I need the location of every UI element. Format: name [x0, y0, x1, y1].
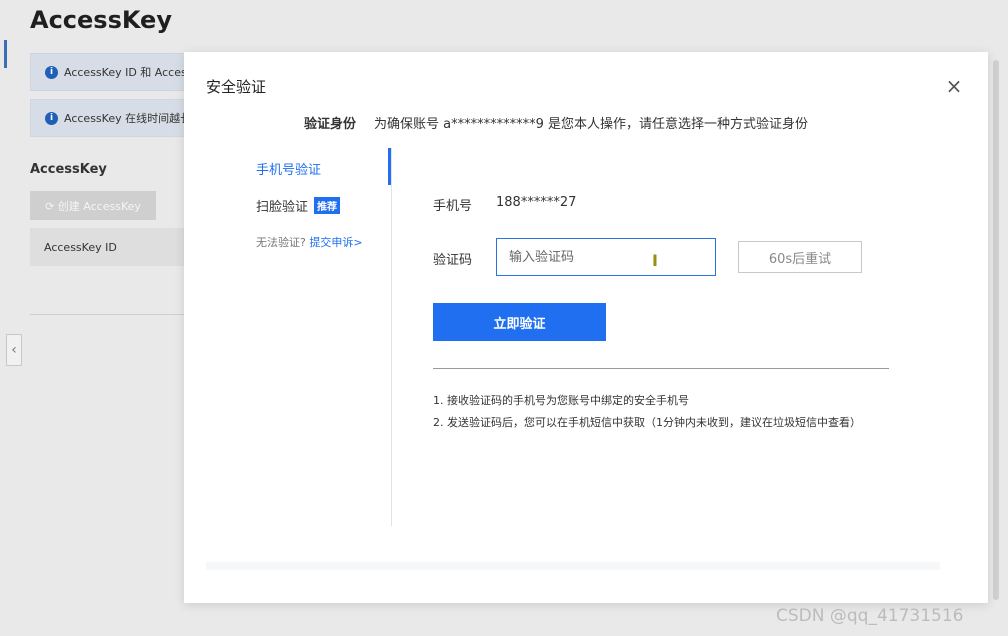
retry-button[interactable]: 60s后重试 [738, 241, 862, 273]
recommended-badge: 推荐 [314, 197, 341, 214]
cannot-verify-help: 无法验证? 提交申诉> [256, 234, 363, 250]
security-verification-dialog: 安全验证 × 验证身份 为确保账号 a*************9 是您本人操作… [184, 52, 988, 603]
scrollbar-thumb[interactable] [993, 60, 999, 600]
phone-label: 手机号 [433, 199, 473, 214]
divider [433, 368, 889, 369]
note-1: 1. 接收验证码的手机号为您账号中绑定的安全手机号 [433, 394, 689, 407]
identity-label: 验证身份 [304, 117, 357, 132]
notice-banner-1: i AccessKey ID 和 AccessK [30, 53, 210, 91]
divider [30, 314, 190, 315]
chevron-left-icon: ‹ [11, 342, 17, 358]
table-header-accesskey-id: AccessKey ID [30, 228, 190, 266]
dialog-title: 安全验证 [206, 78, 267, 96]
identity-description: 为确保账号 a*************9 是您本人操作，请任意选择一种方式验证… [374, 117, 809, 132]
create-accesskey-button[interactable]: ⟳ 创建 AccessKey [30, 191, 156, 220]
verification-code-input[interactable] [496, 238, 716, 276]
phone-value: 188******27 [496, 195, 577, 210]
help-text: 无法验证? [256, 236, 306, 249]
notice-banner-2: i AccessKey 在线时间越长 [30, 99, 210, 137]
submit-appeal-link[interactable]: 提交申诉> [309, 236, 362, 249]
scrollbar[interactable] [990, 52, 1002, 612]
page-title: AccessKey [30, 6, 172, 34]
tab-phone-verification[interactable]: 手机号验证 [256, 159, 321, 178]
close-icon[interactable]: × [944, 76, 964, 96]
info-icon: i [45, 65, 58, 79]
code-label: 验证码 [433, 253, 473, 268]
info-icon: i [45, 111, 58, 125]
nav-active-indicator [388, 148, 391, 185]
watermark: CSDN @qq_41731516 [776, 606, 964, 626]
collapse-sidebar-button[interactable]: ‹ [6, 334, 22, 366]
sidebar-active-indicator [4, 40, 7, 68]
tab-face-verification[interactable]: 扫脸验证 推荐 [256, 196, 341, 215]
verify-now-button[interactable]: 立即验证 [433, 303, 606, 341]
text-cursor-icon: I [652, 251, 658, 270]
note-2: 2. 发送验证码后，您可以在手机短信中获取（1分钟内未收到，建议在垃圾短信中查看… [433, 416, 861, 429]
tab-face-label: 扫脸验证 [256, 200, 309, 215]
dialog-footer-strip [206, 562, 940, 570]
verification-method-nav: 手机号验证 扫脸验证 推荐 无法验证? 提交申诉> [184, 148, 392, 526]
section-title: AccessKey [30, 162, 107, 177]
